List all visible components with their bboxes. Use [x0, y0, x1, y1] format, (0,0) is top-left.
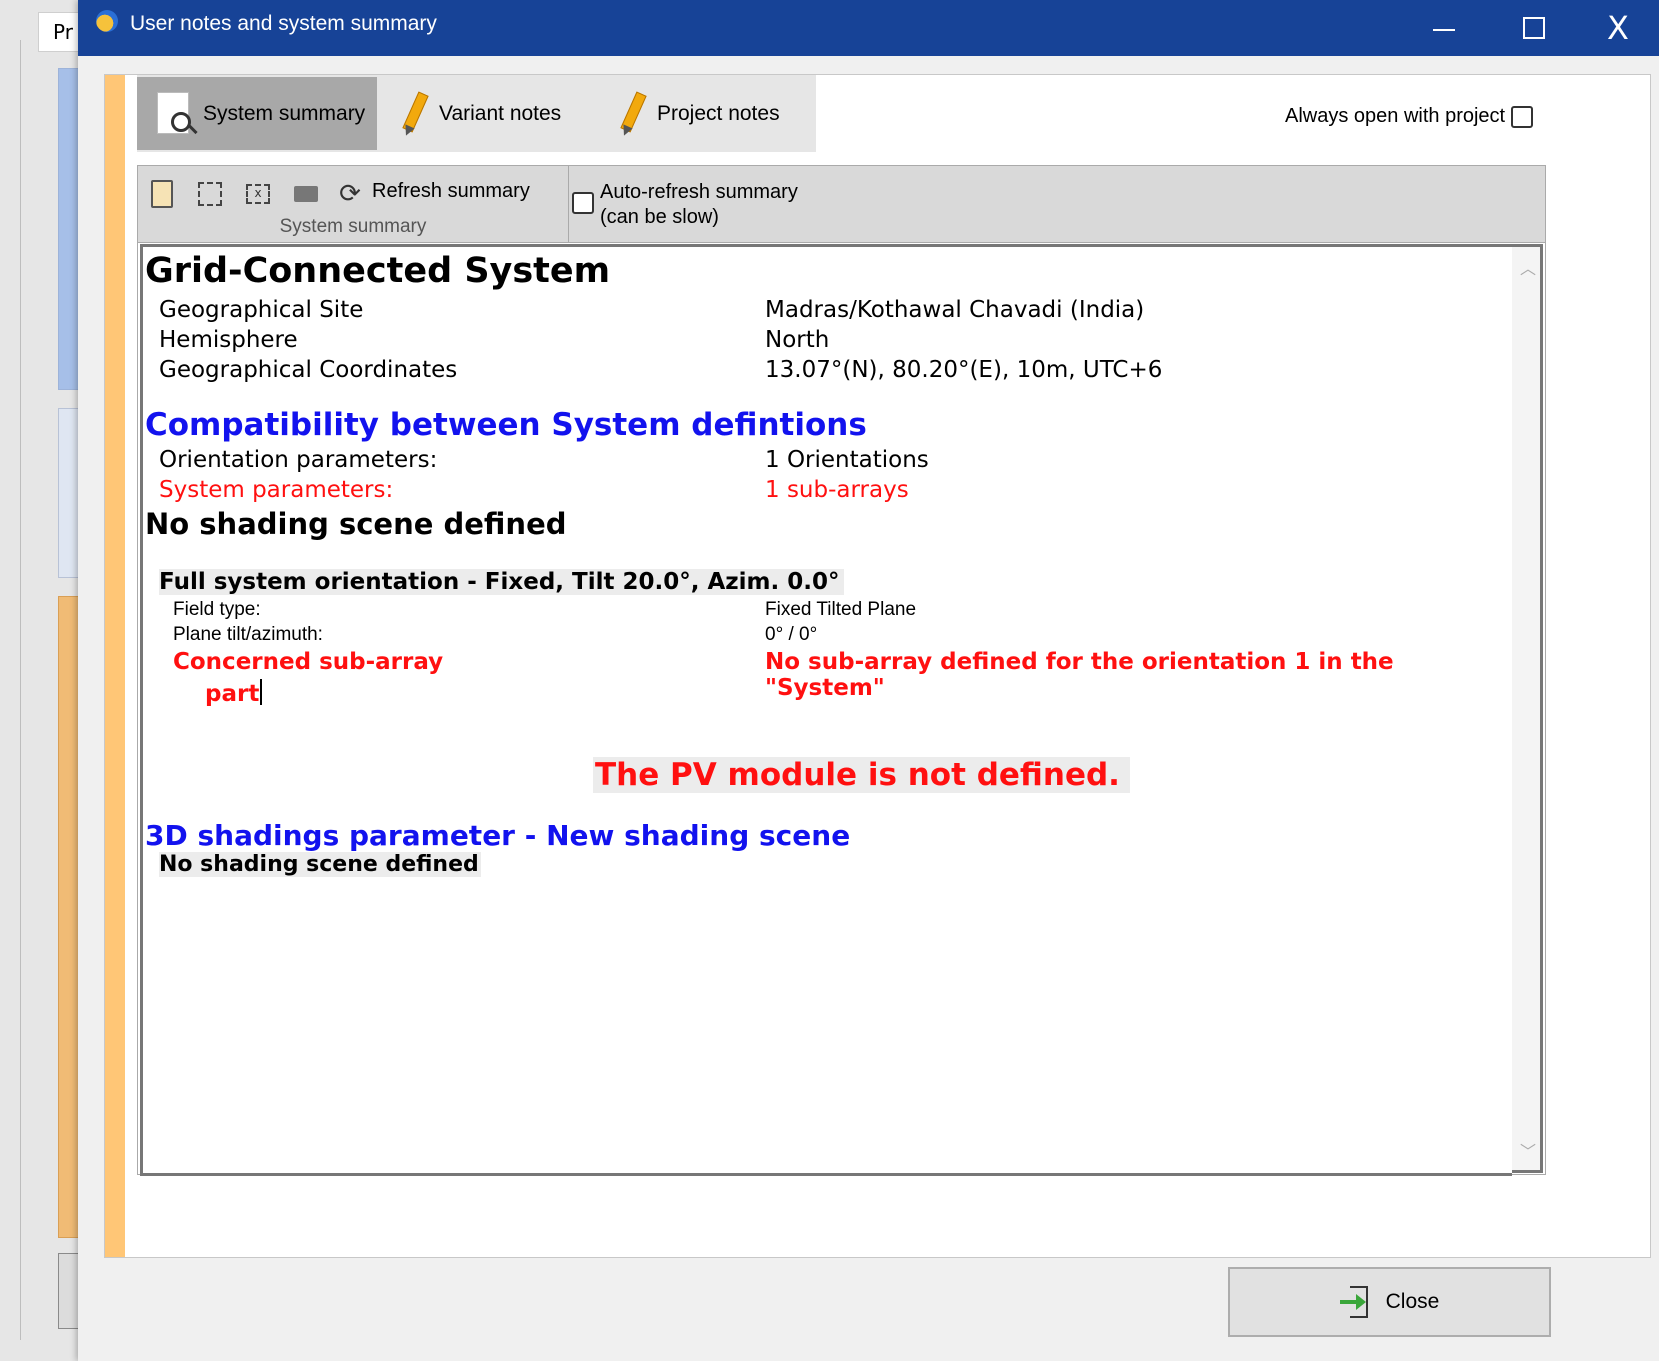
compatibility-heading: Compatibility between System defintions: [145, 407, 867, 443]
text-caret: [260, 679, 263, 705]
tab-bar: System summary Variant notes Project not…: [137, 75, 816, 152]
always-open-option[interactable]: Always open with project: [1285, 105, 1534, 128]
orientation-params-value: 1 Orientations: [765, 447, 929, 473]
toolbar-group-label: System summary: [279, 216, 427, 237]
pencil-icon: [617, 90, 647, 138]
coordinates-value: 13.07°(N), 80.20°(E), 10m, UTC+6: [765, 357, 1163, 383]
no-shading-heading: No shading scene defined: [145, 507, 567, 541]
orientation-heading: Full system orientation - Fixed, Tilt 20…: [159, 569, 844, 595]
shadings-value: No shading scene defined: [159, 852, 481, 877]
tab-variant-notes-label: Variant notes: [439, 101, 562, 125]
app-logo-icon: [96, 10, 118, 32]
orientation-params-label: Orientation parameters:: [159, 447, 438, 473]
plane-tilt-label: Plane tilt/azimuth:: [173, 624, 323, 645]
site-label: Geographical Site: [159, 297, 364, 323]
concerned-subarray-label-part: part: [205, 681, 260, 707]
auto-refresh-note: (can be slow): [600, 206, 719, 228]
scroll-up-icon[interactable]: ︿: [1520, 255, 1536, 279]
auto-refresh-label: Auto-refresh summary: [600, 181, 798, 203]
field-type-value: Fixed Tilted Plane: [765, 599, 917, 620]
title-bar[interactable]: User notes and system summary X: [78, 0, 1659, 56]
pv-module-warning: The PV module is not defined.: [593, 757, 1130, 793]
site-value: Madras/Kothawal Chavadi (India): [765, 297, 1145, 323]
vertical-scrollbar[interactable]: ︿ ﹀: [1512, 244, 1543, 1173]
magnifier-document-icon: [157, 91, 198, 136]
refresh-icon[interactable]: ⟳: [336, 179, 364, 209]
concerned-subarray-label-cont: part: [205, 679, 263, 707]
tab-system-summary-label: System summary: [203, 101, 366, 125]
always-open-label: Always open with project: [1285, 105, 1506, 127]
summary-title: Grid-Connected System: [145, 251, 611, 291]
always-open-checkbox[interactable]: [1511, 105, 1534, 128]
plane-tilt-value: 0° / 0°: [765, 624, 818, 645]
auto-refresh-checkbox[interactable]: [572, 192, 594, 214]
window-title: User notes and system summary: [130, 12, 437, 35]
tab-variant-notes[interactable]: Variant notes: [377, 77, 595, 150]
tab-project-notes-label: Project notes: [657, 101, 780, 125]
toolbar-group: x ⟳ Refresh summary System summary: [138, 166, 569, 242]
select-all-icon[interactable]: [196, 180, 224, 208]
background-window-edge: [0, 40, 21, 1340]
window-close-button[interactable]: X: [1578, 0, 1658, 56]
system-params-label: System parameters:: [159, 477, 394, 503]
auto-refresh-option[interactable]: Auto-refresh summary (can be slow): [572, 180, 798, 230]
maximize-icon: [1523, 17, 1545, 39]
close-button-label: Close: [1385, 1290, 1440, 1313]
refresh-summary-button[interactable]: Refresh summary: [372, 180, 530, 203]
tab-system-summary[interactable]: System summary: [137, 77, 377, 150]
notes-dialog: User notes and system summary X System s…: [78, 0, 1659, 1361]
concerned-subarray-value: No sub-array defined for the orientation…: [765, 649, 1394, 701]
printer-icon[interactable]: [292, 180, 320, 208]
clipboard-icon[interactable]: [148, 180, 176, 208]
close-button[interactable]: Close: [1228, 1267, 1551, 1337]
exit-door-icon: [1339, 1286, 1372, 1318]
concerned-subarray-label: Concerned sub-array: [173, 649, 444, 675]
background-window: Pr: [0, 0, 98, 1361]
scroll-down-icon[interactable]: ﹀: [1520, 1138, 1536, 1162]
deselect-icon[interactable]: x: [244, 180, 272, 208]
summary-panel: x ⟳ Refresh summary System summary Auto-…: [137, 165, 1546, 1176]
shadings-heading: 3D shadings parameter - New shading scen…: [145, 819, 851, 852]
minimize-button[interactable]: [1404, 0, 1484, 56]
tab-project-notes[interactable]: Project notes: [595, 77, 816, 150]
pencil-icon: [399, 90, 429, 138]
left-accent-stripe: [105, 75, 125, 1257]
summary-content[interactable]: Grid-Connected System Geographical Site …: [140, 244, 1512, 1176]
client-frame: System summary Variant notes Project not…: [104, 74, 1651, 1258]
summary-toolbar: x ⟳ Refresh summary System summary Auto-…: [138, 166, 1545, 243]
hemisphere-label: Hemisphere: [159, 327, 298, 353]
coordinates-label: Geographical Coordinates: [159, 357, 458, 383]
minimize-icon: [1433, 29, 1455, 31]
system-params-value: 1 sub-arrays: [765, 477, 909, 503]
maximize-button[interactable]: [1494, 0, 1574, 56]
hemisphere-value: North: [765, 327, 830, 353]
field-type-label: Field type:: [173, 599, 261, 620]
